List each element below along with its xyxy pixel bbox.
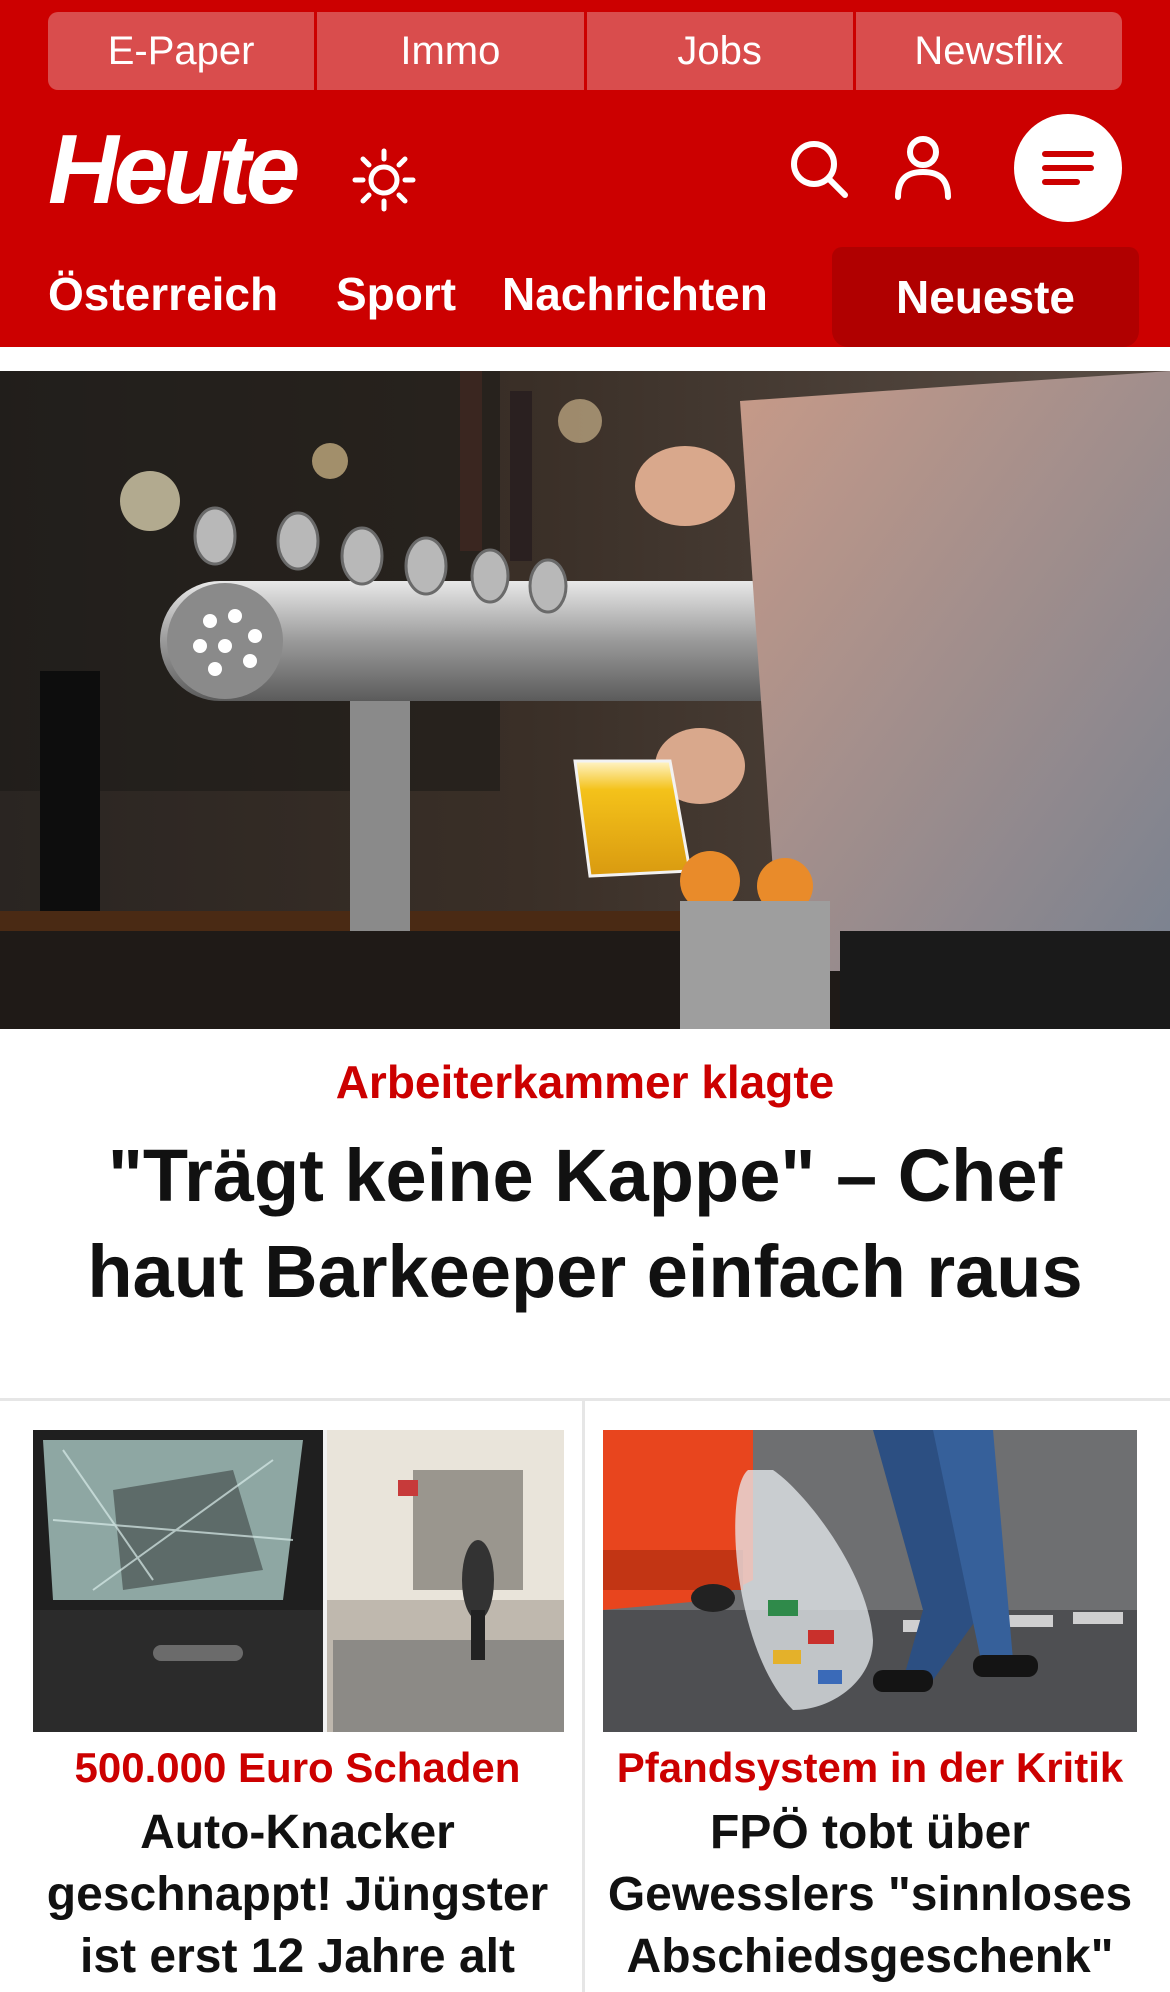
card-image-bottles[interactable] (603, 1430, 1137, 1732)
nav-item-nachrichten[interactable]: Nachrichten (502, 267, 768, 322)
service-bar: E-Paper Immo Jobs Newsflix (48, 12, 1122, 90)
logo-row: Heute (0, 110, 1170, 240)
sun-icon[interactable] (352, 148, 416, 212)
nav-item-oesterreich[interactable]: Österreich (48, 267, 278, 322)
divider (0, 1398, 1170, 1401)
broken-car-window-photo (33, 1430, 564, 1732)
hero-headline[interactable]: "Trägt keine Kappe" – Chef haut Barkeepe… (30, 1128, 1140, 1320)
service-link-epaper[interactable]: E-Paper (48, 12, 315, 90)
service-link-newsflix[interactable]: Newsflix (855, 12, 1122, 90)
section-nav: Österreich Sport Nachrichten Neueste (0, 245, 1170, 347)
card-kicker[interactable]: 500.000 Euro Schaden (20, 1744, 575, 1792)
divider (582, 1400, 585, 1992)
site-logo[interactable]: Heute (48, 120, 300, 218)
user-icon[interactable] (893, 134, 953, 200)
hero-image[interactable] (0, 371, 1170, 1029)
nav-item-sport[interactable]: Sport (336, 267, 456, 322)
card-kicker[interactable]: Pfandsystem in der Kritik (600, 1744, 1140, 1792)
service-link-immo[interactable]: Immo (317, 12, 584, 90)
nav-item-neueste[interactable]: Neueste (832, 247, 1139, 347)
plastic-bag-bottles-photo (603, 1430, 1137, 1732)
card-title[interactable]: FPÖ tobt über Gewesslers "sinnloses Absc… (600, 1802, 1140, 1988)
menu-icon (1042, 151, 1094, 185)
search-icon[interactable] (788, 138, 850, 200)
card-title[interactable]: Auto-Knacker geschnappt! Jüngster ist er… (20, 1802, 575, 1988)
menu-button[interactable] (1014, 114, 1122, 222)
bar-tap-photo (0, 371, 1170, 1029)
service-link-jobs[interactable]: Jobs (586, 12, 853, 90)
card-image-car[interactable] (33, 1430, 564, 1732)
site-header: E-Paper Immo Jobs Newsflix Heute (0, 0, 1170, 245)
hero-kicker[interactable]: Arbeiterkammer klagte (0, 1055, 1170, 1109)
